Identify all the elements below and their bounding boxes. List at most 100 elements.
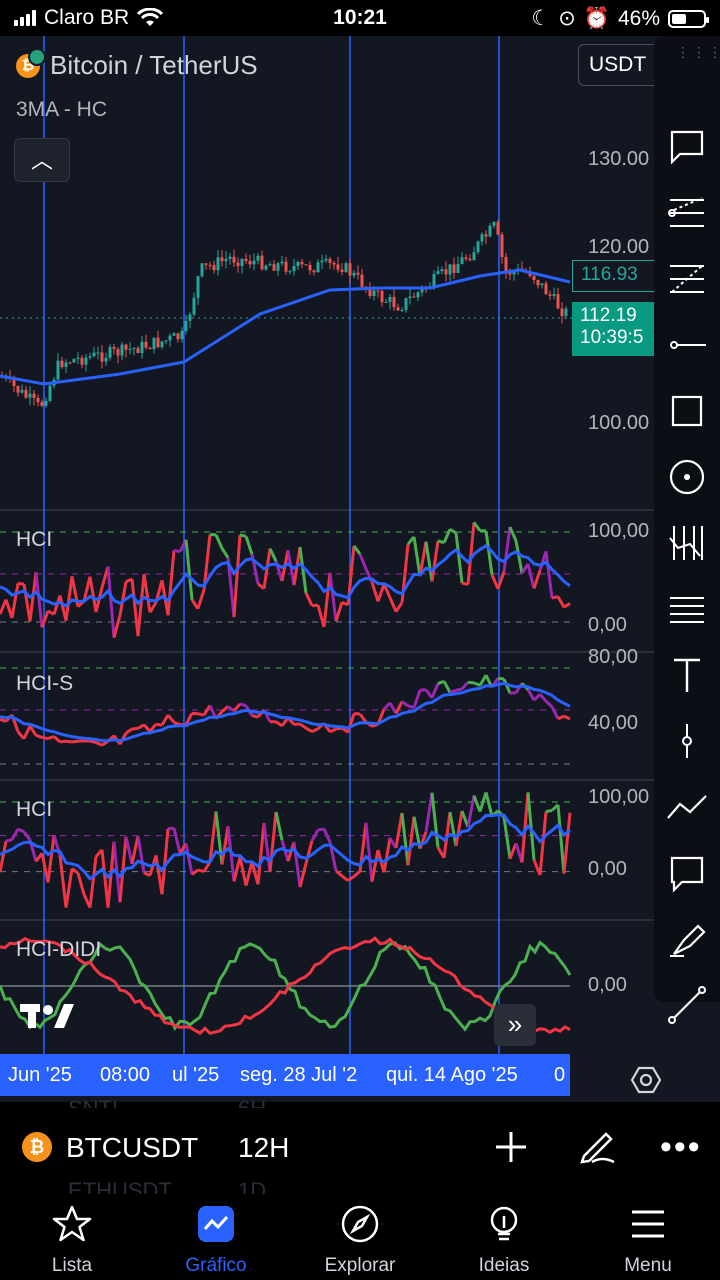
candle-body [340, 269, 344, 272]
hci-line [239, 533, 247, 538]
tab-bar: Lista Gráfico Explorar Ideias Menu [0, 1194, 720, 1280]
comment-tool[interactable] [664, 850, 710, 896]
rectangle-tool[interactable] [664, 388, 710, 434]
text-tool[interactable] [664, 652, 710, 698]
candle-body [164, 340, 168, 342]
anchor-tool[interactable] [664, 718, 710, 764]
candle-body [484, 234, 488, 237]
trend-line-tool[interactable] [664, 982, 710, 1028]
candle-body [396, 307, 400, 311]
pane-3-title[interactable]: HCI [16, 798, 52, 822]
callout-icon [670, 130, 704, 165]
candle-body [24, 389, 28, 398]
more-icon[interactable]: ••• [660, 1128, 702, 1167]
hci-line [0, 599, 8, 615]
hci-line [148, 601, 158, 614]
candle-body [444, 269, 448, 275]
candle-body [556, 294, 560, 309]
candle-body [48, 385, 52, 401]
indicator-legend[interactable]: 3MA - HC [16, 98, 107, 122]
currency-value: USDT [589, 53, 647, 76]
hci-line [526, 563, 536, 589]
candle-body [216, 257, 220, 271]
rectangle-icon [671, 395, 703, 427]
alarm-icon: ⏰ [583, 6, 610, 30]
hci-line [376, 583, 386, 602]
candle-body [324, 258, 328, 261]
candle-body [136, 348, 140, 354]
hci-line [17, 581, 25, 586]
candle-body [72, 358, 76, 363]
hci-2-line [0, 840, 8, 873]
callout-tool[interactable] [664, 124, 710, 170]
tab-explorar[interactable]: Explorar [300, 1204, 420, 1277]
horizontal-ray-tool[interactable] [664, 322, 710, 368]
path-tool[interactable] [664, 784, 710, 830]
candle-body [460, 257, 464, 264]
brush-tool[interactable] [664, 916, 710, 962]
candle-body [432, 274, 436, 287]
hci-2-line [454, 810, 464, 847]
time-label: 08:00 [100, 1064, 151, 1086]
symbol-button[interactable]: BTCUSDT [66, 1132, 198, 1164]
pane-1-title[interactable]: HCI [16, 528, 52, 552]
candle-body [476, 241, 480, 253]
plus-icon[interactable] [494, 1130, 528, 1164]
pitchfork-tool[interactable] [664, 190, 710, 236]
hci-2-line [124, 836, 134, 865]
symbol-header[interactable]: ₿ Bitcoin / TetherUS [16, 47, 258, 81]
hci-line [232, 534, 242, 618]
drag-handle-icon[interactable]: ⋮⋮⋮ [676, 45, 720, 64]
tab-ideias[interactable]: Ideias [444, 1204, 564, 1277]
candle-body [60, 360, 64, 368]
long-position-tool[interactable] [664, 520, 710, 566]
candle-body [32, 393, 36, 398]
chart-area[interactable]: ₿ Bitcoin / TetherUS 3MA - HC ︿ USDT ⌄ 1… [0, 36, 720, 1102]
hci-s-line [526, 688, 536, 701]
hci-s-line [95, 741, 103, 747]
chart-canvas[interactable] [0, 36, 720, 1102]
pane-scale-label: 100,00 [588, 786, 650, 808]
candle-body [280, 261, 284, 264]
hci-line [394, 601, 404, 613]
tab-menu[interactable]: Menu [588, 1204, 708, 1277]
time-label: 0 [554, 1064, 566, 1086]
time-axis[interactable]: Jun '25 08:00 ul '25 seg. 28 Jul '2 qui.… [0, 1054, 570, 1096]
candle-body [500, 234, 504, 257]
tab-grafico[interactable]: Gráfico [156, 1204, 276, 1277]
comment-icon [670, 856, 704, 893]
timeframe-button[interactable]: 12H [238, 1132, 289, 1164]
hci-s-line [59, 739, 67, 744]
circle-tool[interactable] [664, 454, 710, 500]
collapse-legend-button[interactable]: ︿ [14, 138, 70, 182]
tab-lista[interactable]: Lista [12, 1204, 132, 1277]
hci-2-line [100, 849, 110, 908]
hci-2-line [172, 827, 182, 854]
candle-body [264, 265, 268, 270]
scroll-to-realtime-button[interactable]: » [494, 1004, 536, 1046]
pane-2-title[interactable]: HCI-S [16, 672, 73, 696]
candle-body [408, 296, 412, 299]
candle-body [376, 290, 380, 292]
circle-icon [669, 459, 705, 495]
time-label: ul '25 [172, 1064, 220, 1086]
hci-2-line [370, 849, 380, 882]
candle-body [344, 263, 348, 272]
hci-line [142, 574, 152, 613]
pen-icon[interactable] [578, 1126, 618, 1166]
fib-retracement-tool[interactable] [664, 256, 710, 302]
parallel-channel-tool[interactable] [664, 586, 710, 632]
tradingview-logo[interactable] [20, 1000, 74, 1030]
symbol-title: Bitcoin / TetherUS [50, 50, 258, 80]
ma-price-tag: 116.93 [572, 260, 656, 292]
tab-label: Explorar [324, 1255, 396, 1276]
chart-settings-icon[interactable] [630, 1064, 662, 1096]
candle-body [560, 308, 564, 317]
hci-s-line [65, 739, 73, 744]
pane-4-title[interactable]: HCI-DIDI [16, 938, 101, 962]
candle-body [80, 357, 84, 365]
hci-line [322, 572, 332, 628]
candle-body [488, 225, 492, 237]
hci-2-line [64, 868, 74, 908]
chart-icon [198, 1206, 234, 1242]
